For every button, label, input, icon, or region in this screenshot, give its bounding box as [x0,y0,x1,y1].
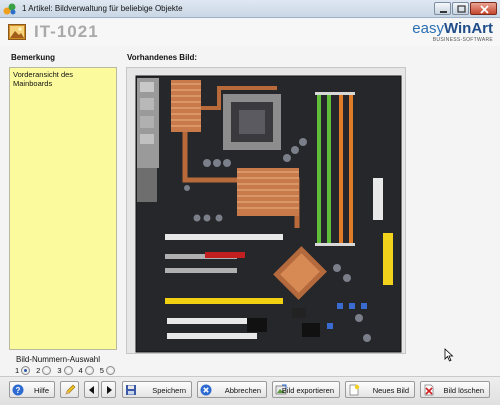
image-preview [126,67,406,354]
remarks-text: Vorderansicht des Mainboards [13,70,74,88]
export-image-button[interactable]: Bild exportieren [272,381,340,398]
image-number-option-2[interactable]: 2 [36,365,52,375]
remarks-textarea[interactable]: Vorderansicht des Mainboards [9,67,117,350]
delete-image-button[interactable]: Bild löschen [420,381,490,398]
mainboard-photo [127,68,405,353]
cancel-button[interactable]: Abbrechen [197,381,267,398]
remarks-label: Bemerkung [11,53,56,62]
image-panel-label: Vorhandenes Bild: [127,53,198,62]
delete-icon [424,384,434,396]
close-icon [480,5,489,14]
minimize-button[interactable] [434,2,451,15]
next-button[interactable] [101,381,116,398]
arrow-left-icon [89,386,94,394]
picture-icon [8,24,26,40]
easywinart-logo: easyWinArt BUSINESS-SOFTWARE [412,20,493,43]
logo-subtitle: BUSINESS-SOFTWARE [432,37,493,43]
mouse-cursor-icon [444,348,454,362]
help-button[interactable]: ? Hilfe [9,381,55,398]
close-button[interactable] [470,2,497,15]
minimize-icon [440,11,447,13]
bottom-toolbar: ? Hilfe Speichern Abbrechen Bild exporti… [0,376,500,405]
image-number-option-5[interactable]: 5 [100,365,115,375]
title-bar: 1 Artikel: Bildverwaltung für beliebige … [0,0,500,18]
restore-icon [457,5,466,13]
previous-button[interactable] [84,381,99,398]
help-icon: ? [12,384,24,396]
article-id: IT-1021 [34,22,99,41]
maximize-button[interactable] [452,2,469,15]
radio-button-5[interactable] [105,365,115,375]
new-image-button[interactable]: Neues Bild [345,381,415,398]
window-title: 1 Artikel: Bildverwaltung für beliebige … [22,4,183,13]
arrow-right-icon [107,386,112,394]
image-number-option-4[interactable]: 4 [79,365,94,375]
radio-button-2[interactable] [42,365,52,375]
new-document-icon [349,384,360,396]
radio-button-1[interactable] [21,365,31,375]
save-icon [126,385,136,395]
image-number-option-1[interactable]: 1 [15,365,31,375]
image-number-option-3[interactable]: 3 [57,365,73,375]
image-number-label: Bild-Nummern-Auswahl [16,355,101,364]
radio-button-4[interactable] [84,365,94,375]
image-number-selector: 1 2 3 4 5 [15,364,121,376]
radio-button-3[interactable] [63,365,73,375]
pencil-icon [65,384,76,395]
article-header: IT-1021 easyWinArt BUSINESS-SOFTWARE [0,19,500,46]
save-button[interactable]: Speichern [122,381,192,398]
edit-button[interactable] [60,381,79,398]
app-icon [3,3,16,15]
cancel-icon [200,384,212,396]
svg-text:?: ? [16,386,21,395]
